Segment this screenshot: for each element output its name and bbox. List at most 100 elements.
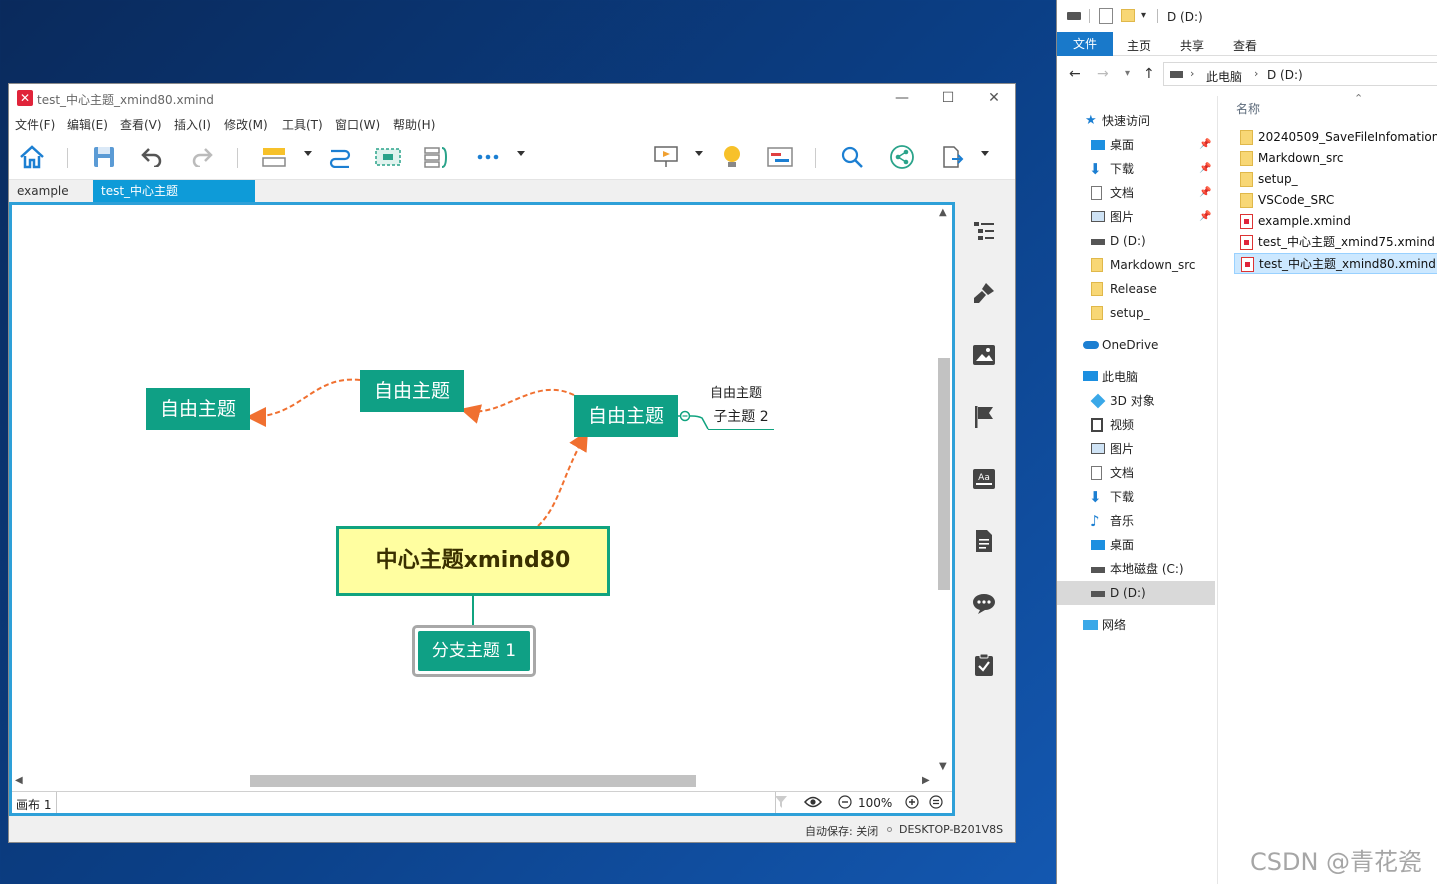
insert-topic-icon[interactable] — [259, 142, 289, 172]
breadcrumb-drive-d[interactable]: D (D:) — [1267, 68, 1303, 82]
chevron-down-icon[interactable] — [695, 151, 703, 156]
search-icon[interactable] — [837, 142, 867, 172]
chevron-down-icon[interactable] — [304, 151, 312, 156]
export-icon[interactable] — [937, 142, 967, 172]
format-brush-icon[interactable] — [969, 278, 999, 308]
file-row[interactable]: example.xmind — [1234, 211, 1437, 232]
eye-icon[interactable] — [803, 795, 823, 812]
recent-dropdown-icon[interactable]: ▾ — [1125, 68, 1130, 79]
column-header-name[interactable]: 名称 — [1236, 100, 1260, 117]
relationship-icon[interactable] — [325, 142, 355, 172]
redo-icon[interactable] — [187, 142, 217, 172]
nav-markdown-src[interactable]: Markdown_src — [1057, 253, 1215, 277]
tab-example[interactable]: example — [9, 180, 77, 202]
menu-window[interactable]: 窗口(W) — [335, 116, 380, 133]
nav-documents-pc[interactable]: 文档 — [1057, 461, 1215, 485]
horizontal-scroll-thumb[interactable] — [250, 775, 696, 787]
nav-onedrive[interactable]: OneDrive — [1057, 333, 1215, 357]
text-format-icon[interactable]: Aa — [969, 464, 999, 494]
mind-map-canvas[interactable]: 中心主题xmind80 分支主题 1 自由主题 自由主题 自由主题 自由主题 子… — [12, 205, 952, 775]
scroll-down-icon[interactable]: ▼ — [939, 761, 947, 772]
file-row[interactable]: VSCode_SRC — [1234, 190, 1437, 211]
maximize-button[interactable]: ☐ — [925, 84, 971, 112]
idea-bulb-icon[interactable] — [717, 142, 747, 172]
menu-view[interactable]: 查看(V) — [120, 116, 162, 133]
floating-topic[interactable]: 自由主题 — [146, 388, 250, 430]
task-clipboard-icon[interactable] — [969, 650, 999, 680]
filter-icon[interactable] — [774, 795, 788, 812]
comments-icon[interactable] — [969, 588, 999, 618]
marker-flag-icon[interactable] — [969, 402, 999, 432]
nav-quick-access[interactable]: ★ 快速访问 — [1057, 109, 1215, 133]
menu-edit[interactable]: 编辑(E) — [67, 116, 108, 133]
undo-icon[interactable] — [137, 142, 167, 172]
nav-network[interactable]: 网络 — [1057, 613, 1215, 637]
sheet-tab[interactable]: 画布 1 — [16, 796, 51, 813]
nav-setup[interactable]: setup_ — [1057, 301, 1215, 325]
nav-3d-objects[interactable]: 3D 对象 — [1057, 389, 1215, 413]
floating-topic[interactable]: 自由主题 — [360, 370, 464, 412]
nav-drive-d[interactable]: D (D:) — [1057, 581, 1215, 605]
file-row[interactable]: 20240509_SaveFileInfomation_ — [1234, 127, 1437, 148]
floating-topic[interactable]: 自由主题 — [574, 395, 678, 437]
nav-documents[interactable]: 文档 📌 — [1057, 181, 1215, 205]
scroll-right-icon[interactable]: ▶ — [922, 775, 930, 786]
file-row-selected[interactable]: test_中心主题_xmind80.xmind — [1234, 253, 1437, 274]
menu-tools[interactable]: 工具(T) — [282, 116, 323, 133]
file-row[interactable]: Markdown_src — [1234, 148, 1437, 169]
nav-videos[interactable]: 视频 — [1057, 413, 1215, 437]
properties-icon[interactable] — [1099, 8, 1113, 24]
nav-downloads[interactable]: ⬇ 下载 📌 — [1057, 157, 1215, 181]
nav-pictures-pc[interactable]: 图片 — [1057, 437, 1215, 461]
ribbon-tab-view[interactable]: 查看 — [1233, 37, 1257, 54]
nav-desktop[interactable]: 桌面 📌 — [1057, 133, 1215, 157]
outliner-icon[interactable] — [969, 216, 999, 246]
address-bar[interactable]: › 此电脑 › D (D:) — [1163, 62, 1437, 86]
notes-icon[interactable] — [969, 526, 999, 556]
zoom-menu-icon[interactable] — [929, 795, 943, 812]
branch-topic[interactable]: 分支主题 1 — [412, 625, 536, 677]
minimize-button[interactable]: — — [879, 84, 925, 112]
new-folder-icon[interactable] — [1121, 9, 1135, 22]
back-icon[interactable]: ← — [1069, 66, 1081, 82]
file-row[interactable]: setup_ — [1234, 169, 1437, 190]
menu-file[interactable]: 文件(F) — [15, 116, 55, 133]
save-icon[interactable] — [89, 142, 119, 172]
close-button[interactable]: ✕ — [971, 84, 1017, 112]
more-icon[interactable] — [473, 142, 503, 172]
menu-help[interactable]: 帮助(H) — [393, 116, 435, 133]
central-topic[interactable]: 中心主题xmind80 — [336, 526, 610, 596]
scroll-up-icon[interactable]: ▲ — [939, 207, 947, 218]
nav-release[interactable]: Release — [1057, 277, 1215, 301]
presentation-icon[interactable] — [651, 142, 681, 172]
nav-this-pc[interactable]: 此电脑 — [1057, 365, 1215, 389]
boundary-icon[interactable] — [373, 142, 403, 172]
ribbon-tab-share[interactable]: 共享 — [1180, 37, 1204, 54]
chevron-down-icon[interactable] — [517, 151, 525, 156]
autosave-status[interactable]: 自动保存: 关闭 — [805, 823, 878, 839]
menu-modify[interactable]: 修改(M) — [224, 116, 268, 133]
ribbon-tab-home[interactable]: 主页 — [1127, 37, 1151, 54]
scroll-left-icon[interactable]: ◀ — [15, 775, 23, 786]
nav-downloads-pc[interactable]: ⬇ 下载 — [1057, 485, 1215, 509]
nav-music[interactable]: ♪ 音乐 — [1057, 509, 1215, 533]
chevron-down-icon[interactable]: ▾ — [1141, 10, 1146, 21]
zoom-out-icon[interactable] — [838, 795, 852, 812]
image-icon[interactable] — [969, 340, 999, 370]
floating-topic-label[interactable]: 自由主题 — [710, 382, 762, 401]
chevron-down-icon[interactable] — [981, 151, 989, 156]
vertical-scroll-thumb[interactable] — [938, 358, 950, 590]
gantt-icon[interactable] — [765, 142, 795, 172]
summary-icon[interactable] — [421, 142, 451, 172]
subtopic[interactable]: 子主题 2 — [708, 404, 774, 430]
home-icon[interactable] — [17, 142, 47, 172]
file-row[interactable]: test_中心主题_xmind75.xmind — [1234, 232, 1437, 253]
nav-drive-d-quick[interactable]: D (D:) — [1057, 229, 1215, 253]
zoom-in-icon[interactable] — [905, 795, 919, 812]
tab-active-document[interactable]: test_中心主题_xmind80✕ — [93, 180, 255, 221]
nav-desktop-pc[interactable]: 桌面 — [1057, 533, 1215, 557]
ribbon-tab-file[interactable]: 文件 — [1057, 32, 1113, 56]
menu-insert[interactable]: 插入(I) — [174, 116, 211, 133]
breadcrumb-this-pc[interactable]: 此电脑 — [1206, 68, 1242, 85]
nav-pictures[interactable]: 图片 📌 — [1057, 205, 1215, 229]
